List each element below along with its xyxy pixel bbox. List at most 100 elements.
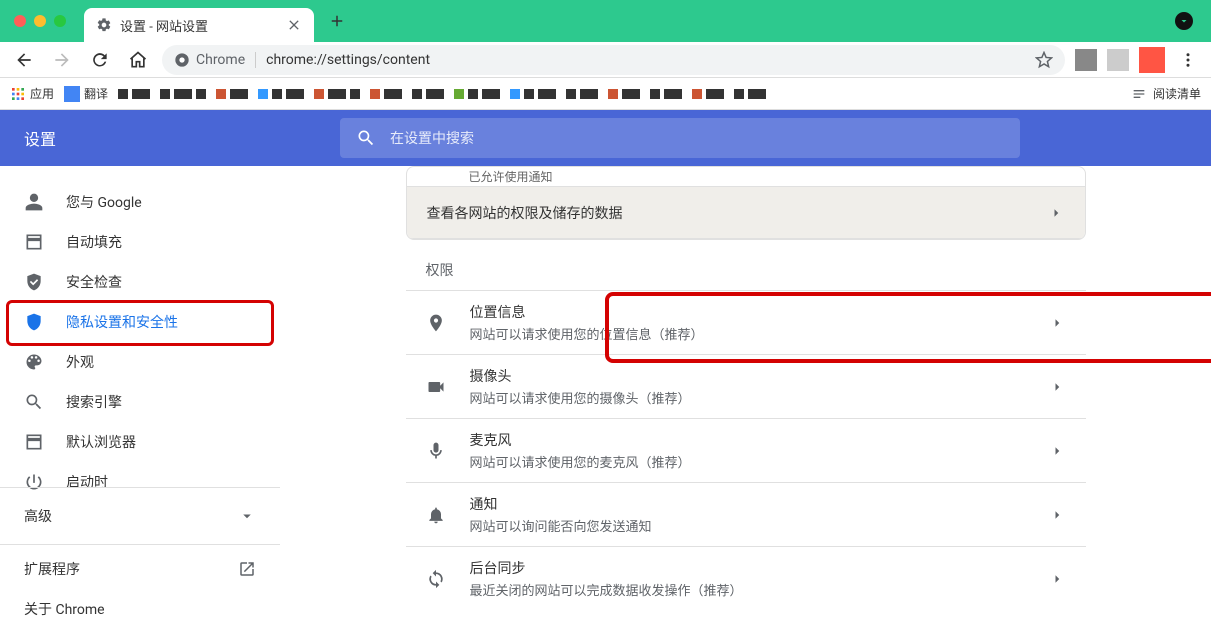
person-icon [24,192,44,212]
bookmark-folder-6[interactable] [370,89,402,99]
permission-title: 后台同步 [470,558,1024,578]
bookmark-folder-11[interactable] [608,89,640,99]
sidebar-item-you-and-google[interactable]: 您与 Google [0,182,272,222]
bookmark-translate[interactable]: 翻译 [64,85,108,102]
permission-subtitle: 网站可以请求使用您的麦克风（推荐） [470,452,1024,471]
settings-sidebar: 您与 Google 自动填充 安全检查 隐私设置和安全性 外观 搜索引擎 默认浏… [0,166,280,629]
security-icon [24,312,44,332]
origin-label: Chrome [196,52,245,68]
search-icon [356,128,376,148]
window-maximize-button[interactable] [54,15,66,27]
home-button[interactable] [124,46,152,74]
reading-list-label: 阅读清单 [1153,85,1201,102]
translate-label: 翻译 [84,85,108,102]
view-all-sites-label: 查看各网站的权限及储存的数据 [427,203,623,223]
address-bar[interactable]: Chrome chrome://settings/content [162,45,1065,75]
permission-subtitle: 最近关闭的网站可以完成数据收发操作（推荐） [470,580,1024,599]
location-icon [426,313,446,333]
bookmark-folder-13[interactable] [692,89,724,99]
apps-shortcut[interactable]: 应用 [10,85,54,102]
permission-row-camera[interactable]: 摄像头 网站可以请求使用您的摄像头（推荐） [406,354,1086,418]
permission-title: 摄像头 [470,366,1024,386]
bookmark-star-icon[interactable] [1035,51,1053,69]
sidebar-about-chrome[interactable]: 关于 Chrome [0,589,280,629]
autofill-icon [24,232,44,252]
sidebar-item-label: 自动填充 [66,232,122,252]
sidebar-item-appearance[interactable]: 外观 [0,342,272,382]
titlebar-right-badge[interactable] [1175,12,1193,30]
browser-menu-button[interactable] [1175,47,1201,73]
advanced-label: 高级 [24,506,52,526]
permission-row-microphone[interactable]: 麦克风 网站可以请求使用您的麦克风（推荐） [406,418,1086,482]
gear-icon [96,17,112,33]
sidebar-item-safety-check[interactable]: 安全检查 [0,262,272,302]
settings-body: 您与 Google 自动填充 安全检查 隐私设置和安全性 外观 搜索引擎 默认浏… [0,166,1211,629]
sidebar-item-search-engine[interactable]: 搜索引擎 [0,382,272,422]
tab-close-icon[interactable] [286,17,302,33]
bookmark-folder-2[interactable] [160,89,206,99]
window-titlebar: 设置 - 网站设置 [0,0,1211,42]
chevron-right-icon [1048,442,1066,460]
new-tab-button[interactable] [328,12,346,30]
permissions-section-title: 权限 [406,260,1086,280]
extension-icon-1[interactable] [1075,49,1097,71]
chevron-right-icon [1048,314,1066,332]
top-card: 已允许使用通知 查看各网站的权限及储存的数据 [406,166,1086,240]
sidebar-item-label: 安全检查 [66,272,122,292]
chevron-right-icon [1047,204,1065,222]
microphone-icon [426,441,446,461]
chevron-right-icon [1048,506,1066,524]
reading-list-button[interactable]: 阅读清单 [1131,85,1201,102]
bookmark-folder-12[interactable] [650,89,682,99]
translate-icon [64,86,80,102]
sidebar-item-default-browser[interactable]: 默认浏览器 [0,422,272,462]
view-all-sites-row[interactable]: 查看各网站的权限及储存的数据 [407,187,1085,239]
forward-button[interactable] [48,46,76,74]
window-minimize-button[interactable] [34,15,46,27]
browser-tab[interactable]: 设置 - 网站设置 [84,8,314,42]
apps-icon [10,86,26,102]
back-button[interactable] [10,46,38,74]
bookmark-folder-5[interactable] [314,89,360,99]
sync-icon [426,569,446,589]
traffic-lights [14,15,66,27]
extension-icon-2[interactable] [1107,49,1129,71]
settings-title: 设置 [24,126,316,150]
profile-avatar[interactable] [1139,47,1165,73]
bookmark-folder-1[interactable] [118,89,150,99]
shield-check-icon [24,272,44,292]
about-label: 关于 Chrome [24,599,105,619]
permission-subtitle: 网站可以请求使用您的位置信息（推荐） [470,324,1024,343]
sidebar-item-label: 外观 [66,352,94,372]
chrome-icon [174,52,190,68]
sidebar-advanced-toggle[interactable]: 高级 [0,492,280,540]
bookmark-folder-4[interactable] [258,89,304,99]
permission-row-location[interactable]: 位置信息 网站可以请求使用您的位置信息（推荐） [406,290,1086,354]
settings-search-input[interactable]: 在设置中搜索 [340,118,1020,158]
window-close-button[interactable] [14,15,26,27]
reload-button[interactable] [86,46,114,74]
url-text: chrome://settings/content [266,52,1025,68]
bookmark-folder-3[interactable] [216,89,248,99]
bookmark-folder-9[interactable] [510,89,556,99]
sidebar-item-label: 您与 Google [66,192,142,212]
sidebar-extensions-link[interactable]: 扩展程序 [0,549,280,589]
search-icon [24,392,44,412]
bookmark-folder-7[interactable] [412,89,444,99]
chevron-down-icon [238,507,256,525]
browser-toolbar: Chrome chrome://settings/content [0,42,1211,78]
chevron-right-icon [1048,378,1066,396]
search-placeholder: 在设置中搜索 [390,128,474,148]
permission-row-notifications[interactable]: 通知 网站可以询问能否向您发送通知 [406,482,1086,546]
bookmark-folder-8[interactable] [454,89,500,99]
bookmark-folder-14[interactable] [734,89,766,99]
permission-subtitle: 网站可以请求使用您的摄像头（推荐） [470,388,1024,407]
permission-title: 麦克风 [470,430,1024,450]
browser-icon [24,432,44,452]
settings-header: 设置 在设置中搜索 [0,110,1211,166]
bookmark-folder-10[interactable] [566,89,598,99]
permission-row-background-sync[interactable]: 后台同步 最近关闭的网站可以完成数据收发操作（推荐） [406,546,1086,610]
camera-icon [426,377,446,397]
sidebar-item-privacy-security[interactable]: 隐私设置和安全性 [0,302,272,342]
sidebar-item-autofill[interactable]: 自动填充 [0,222,272,262]
